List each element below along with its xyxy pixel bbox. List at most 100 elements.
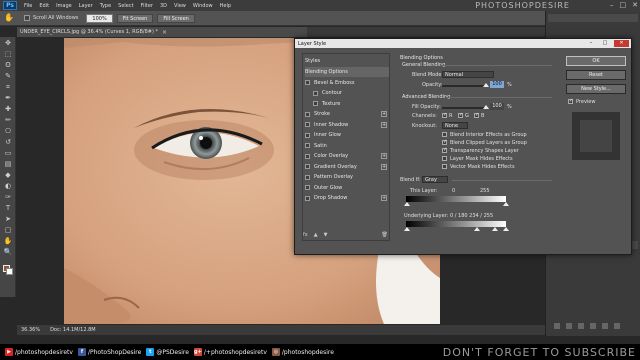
- advanced-option-checkbox[interactable]: [442, 156, 447, 161]
- opacity-input[interactable]: 100: [490, 81, 504, 88]
- panel-icon[interactable]: [566, 323, 572, 329]
- brush-icon[interactable]: ✏: [3, 116, 13, 124]
- styles-header[interactable]: Styles: [305, 56, 389, 66]
- blend-mode-select[interactable]: Normal: [442, 71, 494, 78]
- advanced-option-checkbox[interactable]: [442, 139, 447, 145]
- social-link[interactable]: t @PSDesire: [146, 348, 189, 356]
- dialog-minimize-button[interactable]: –: [586, 40, 596, 47]
- advanced-option-checkbox[interactable]: [442, 132, 447, 137]
- knockout-select[interactable]: None: [442, 122, 468, 129]
- style-checkbox[interactable]: [313, 101, 318, 106]
- scroll-all-checkbox[interactable]: [24, 15, 30, 21]
- underlying-white-knob[interactable]: [503, 227, 509, 231]
- menu-filter[interactable]: Filter: [141, 3, 153, 9]
- underlying-split-knob-left[interactable]: [474, 227, 480, 231]
- zoom-icon[interactable]: 🔍: [3, 248, 13, 256]
- style-item-inner-shadow[interactable]: Inner Shadow +: [305, 120, 389, 130]
- style-item-color-overlay[interactable]: Color Overlay +: [305, 151, 389, 161]
- path-select-icon[interactable]: ➤: [3, 215, 13, 223]
- style-checkbox[interactable]: [313, 90, 318, 96]
- style-checkbox[interactable]: [305, 185, 310, 190]
- crop-icon[interactable]: ⌗: [3, 83, 13, 91]
- style-checkbox[interactable]: [305, 153, 310, 159]
- move-down-icon[interactable]: ▼: [324, 232, 328, 238]
- style-checkbox[interactable]: [305, 132, 310, 138]
- blur-icon[interactable]: ◆: [3, 171, 13, 179]
- style-item-bevel-emboss[interactable]: Bevel & Emboss: [305, 78, 389, 88]
- social-link[interactable]: ▶/photoshopdesiretv: [5, 348, 73, 356]
- move-up-icon[interactable]: ▲: [314, 232, 318, 238]
- reset-button[interactable]: Reset: [566, 70, 626, 80]
- background-color-swatch[interactable]: [6, 268, 13, 275]
- underlying-layer-gradient[interactable]: [406, 221, 506, 227]
- style-item-drop-shadow[interactable]: Drop Shadow +: [305, 193, 389, 203]
- preview-checkbox[interactable]: [568, 98, 573, 104]
- advanced-option-checkbox[interactable]: [442, 147, 447, 153]
- gradient-icon[interactable]: ▤: [3, 160, 13, 168]
- stamp-icon[interactable]: ⎔: [3, 127, 13, 135]
- history-brush-icon[interactable]: ↺: [3, 138, 13, 146]
- dialog-maximize-button[interactable]: □: [600, 40, 610, 47]
- underlying-split-knob-right[interactable]: [492, 227, 498, 231]
- close-window-button[interactable]: ✕: [632, 1, 638, 9]
- move-icon[interactable]: ✥: [3, 39, 13, 47]
- style-item-inner-glow[interactable]: Inner Glow: [305, 130, 389, 140]
- fill-opacity-input[interactable]: 100: [490, 103, 504, 110]
- maximize-button[interactable]: □: [620, 1, 627, 9]
- marquee-icon[interactable]: ⬚: [3, 50, 13, 58]
- fit-screen-button[interactable]: Fit Screen: [116, 13, 154, 23]
- underlying-black-knob[interactable]: [404, 227, 410, 231]
- channel-r-checkbox[interactable]: [442, 112, 447, 118]
- style-checkbox[interactable]: [305, 143, 310, 148]
- new-style-button[interactable]: New Style...: [566, 84, 626, 94]
- menu-edit[interactable]: Edit: [39, 3, 49, 9]
- minimize-button[interactable]: –: [610, 1, 614, 9]
- fill-opacity-knob[interactable]: [483, 105, 489, 109]
- menu-file[interactable]: File: [24, 3, 32, 9]
- menu-layer[interactable]: Layer: [79, 3, 93, 9]
- dialog-close-button[interactable]: ✕: [614, 40, 629, 47]
- menu-type[interactable]: Type: [100, 3, 111, 9]
- style-item-stroke[interactable]: Stroke +: [305, 109, 389, 119]
- eyedropper-icon[interactable]: ✒: [3, 94, 13, 102]
- style-checkbox[interactable]: [305, 111, 310, 117]
- lasso-icon[interactable]: ʘ: [3, 61, 13, 69]
- social-link[interactable]: g+/+photoshopdesiretv: [193, 348, 267, 356]
- advanced-option-checkbox[interactable]: [442, 164, 447, 169]
- fill-opacity-slider[interactable]: [442, 107, 486, 109]
- style-item-pattern-overlay[interactable]: Pattern Overlay: [305, 172, 389, 182]
- this-layer-gradient[interactable]: [406, 196, 506, 202]
- style-item-gradient-overlay[interactable]: Gradient Overlay +: [305, 162, 389, 172]
- menu-view[interactable]: View: [174, 3, 186, 9]
- menu-select[interactable]: Select: [118, 3, 133, 9]
- add-effect-icon[interactable]: +: [381, 163, 387, 170]
- healing-icon[interactable]: ✚: [3, 105, 13, 113]
- style-item-contour[interactable]: Contour: [305, 88, 389, 98]
- style-item-outer-glow[interactable]: Outer Glow: [305, 183, 389, 193]
- fx-icon[interactable]: fx: [303, 232, 308, 238]
- close-tab-icon[interactable]: ×: [162, 29, 167, 36]
- style-checkbox[interactable]: [305, 80, 310, 85]
- menu-3d[interactable]: 3D: [160, 3, 167, 9]
- social-link[interactable]: f/PhotoShopDesire: [77, 348, 141, 356]
- zoom-readout[interactable]: 36.36%: [21, 327, 40, 333]
- menu-image[interactable]: Image: [56, 3, 72, 9]
- shape-icon[interactable]: ▢: [3, 226, 13, 234]
- zoom-field[interactable]: 100%: [86, 13, 113, 23]
- panel-icon[interactable]: [554, 323, 560, 329]
- type-icon[interactable]: T: [3, 204, 13, 212]
- panel-icon[interactable]: [590, 323, 596, 329]
- channel-b-checkbox[interactable]: [474, 112, 479, 118]
- ok-button[interactable]: OK: [566, 56, 626, 66]
- menu-window[interactable]: Window: [193, 3, 213, 9]
- add-effect-icon[interactable]: +: [381, 111, 387, 117]
- menu-help[interactable]: Help: [220, 3, 231, 9]
- pen-icon[interactable]: ✑: [3, 193, 13, 201]
- style-checkbox[interactable]: [305, 174, 310, 180]
- blend-if-select[interactable]: Gray: [422, 176, 448, 183]
- this-layer-white-knob[interactable]: [503, 202, 509, 206]
- panel-icon[interactable]: [602, 323, 608, 329]
- hand-icon[interactable]: ✋: [3, 237, 13, 245]
- style-item-satin[interactable]: Satin: [305, 141, 389, 151]
- social-link[interactable]: ◎/photoshopdesire: [271, 348, 334, 356]
